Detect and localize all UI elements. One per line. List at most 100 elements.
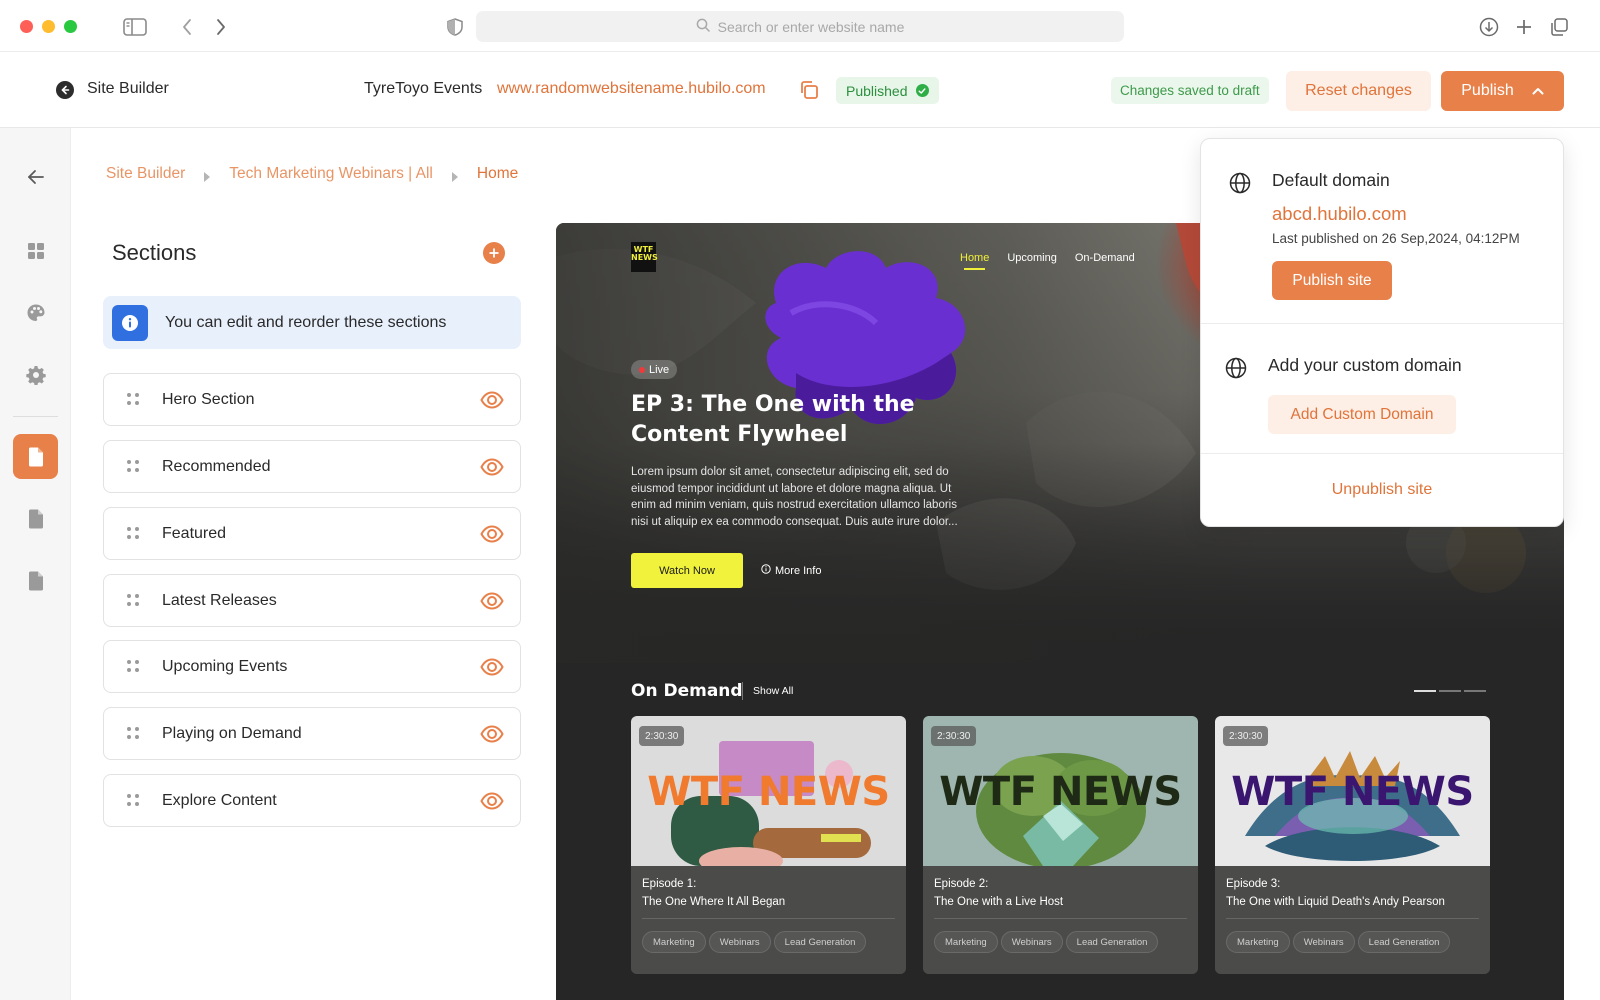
collapse-arrow-icon[interactable] (13, 154, 58, 199)
card-title: The One with a Live Host (934, 896, 1064, 908)
section-row[interactable]: Latest Releases (103, 574, 521, 627)
site-nav-home[interactable]: Home (960, 252, 989, 270)
tag-chip[interactable]: Marketing (1226, 931, 1290, 953)
breadcrumb-item[interactable]: Site Builder (106, 165, 185, 183)
eye-icon[interactable] (480, 388, 504, 412)
watch-now-button[interactable]: Watch Now (631, 553, 743, 588)
tag-chip[interactable]: Webinars (708, 931, 771, 953)
sections-info-text: You can edit and reorder these sections (165, 313, 447, 331)
card-divider (1226, 918, 1479, 919)
tag-chip[interactable]: Marketing (642, 931, 706, 953)
status-badge: Published (836, 77, 939, 104)
document-icon[interactable] (13, 558, 58, 603)
card-brand-text: WTF NEWS (647, 769, 890, 815)
site-nav-on-demand[interactable]: On-Demand (1075, 252, 1135, 264)
eye-icon[interactable] (480, 589, 504, 613)
gear-icon[interactable] (13, 352, 58, 397)
dropdown-divider (1201, 323, 1563, 324)
drag-handle-icon[interactable] (127, 726, 139, 741)
tag-chip[interactable]: Lead Generation (1065, 931, 1159, 953)
duration-badge: 2:30:30 (931, 726, 977, 746)
drag-handle-icon[interactable] (127, 392, 139, 407)
eye-icon[interactable] (480, 522, 504, 546)
publish-button-label: Publish (1461, 82, 1514, 99)
download-icon[interactable] (1476, 14, 1502, 40)
publish-button[interactable]: Publish (1441, 71, 1564, 111)
shield-icon[interactable] (442, 14, 468, 40)
section-label: Upcoming Events (162, 657, 288, 675)
carousel-dot[interactable] (1439, 690, 1461, 692)
drag-handle-icon[interactable] (127, 459, 139, 474)
section-label: Recommended (162, 457, 271, 475)
live-badge: Live (631, 360, 678, 379)
app-header: Site Builder TyreToyo Events www.randomw… (0, 52, 1600, 128)
palette-icon[interactable] (13, 290, 58, 335)
tag-chip[interactable]: Webinars (1000, 931, 1063, 953)
dropdown-divider (1201, 453, 1563, 454)
info-circle-icon (761, 564, 771, 577)
drag-handle-icon[interactable] (127, 659, 139, 674)
section-row[interactable]: Playing on Demand (103, 707, 521, 760)
section-label: Hero Section (162, 390, 255, 408)
section-row[interactable]: Featured (103, 507, 521, 560)
site-url-link[interactable]: www.randomwebsitename.hubilo.com (497, 80, 766, 98)
carousel-dot[interactable] (1414, 690, 1436, 692)
live-dot-icon (639, 366, 645, 373)
breadcrumb-item[interactable]: Tech Marketing Webinars | All (229, 165, 433, 183)
forward-arrow-icon[interactable] (208, 14, 234, 40)
carousel-indicator[interactable] (1414, 690, 1486, 692)
brand-logo[interactable]: WTF NEWS (631, 242, 658, 272)
check-circle-icon (915, 84, 929, 97)
add-custom-domain-button[interactable]: Add Custom Domain (1268, 395, 1456, 434)
close-window-button[interactable] (20, 20, 33, 33)
duration-badge: 2:30:30 (1223, 726, 1269, 746)
copy-icon[interactable] (798, 79, 820, 101)
sidebar-toggle-icon[interactable] (122, 14, 148, 40)
section-label: Latest Releases (162, 591, 277, 609)
on-demand-divider (742, 682, 743, 700)
section-label: Playing on Demand (162, 724, 302, 742)
tag-chip[interactable]: Marketing (934, 931, 998, 953)
tag-chip[interactable]: Webinars (1292, 931, 1355, 953)
drag-handle-icon[interactable] (127, 793, 139, 808)
section-row[interactable]: Upcoming Events (103, 640, 521, 693)
section-row[interactable]: Explore Content (103, 774, 521, 827)
reset-changes-button[interactable]: Reset changes (1286, 71, 1431, 111)
card-info: Episode 1: The One Where It All Began Mark… (631, 866, 906, 974)
eye-icon[interactable] (480, 655, 504, 679)
carousel-dot[interactable] (1464, 690, 1486, 692)
add-section-button[interactable] (483, 242, 505, 264)
on-demand-card[interactable]: WTF NEWS 2:30:30 Episode 3: The One with Li… (1215, 716, 1490, 974)
drag-handle-icon[interactable] (127, 526, 139, 541)
unpublish-site-link[interactable]: Unpublish site (1201, 481, 1563, 499)
default-domain-link[interactable]: abcd.hubilo.com (1272, 203, 1407, 225)
tabs-overview-icon[interactable] (1546, 14, 1572, 40)
plus-icon (489, 248, 499, 258)
url-placeholder: Search or enter website name (717, 18, 905, 35)
section-row[interactable]: Hero Section (103, 373, 521, 426)
drag-handle-icon[interactable] (127, 593, 139, 608)
section-row[interactable]: Recommended (103, 440, 521, 493)
show-all-link[interactable]: Show All (753, 685, 793, 697)
dashboard-icon[interactable] (13, 228, 58, 273)
back-arrow-icon[interactable] (174, 14, 200, 40)
on-demand-card[interactable]: WTF NEWS 2:30:30 Episode 1: The One Where I… (631, 716, 906, 974)
eye-icon[interactable] (480, 455, 504, 479)
zoom-window-button[interactable] (64, 20, 77, 33)
pages-icon[interactable] (13, 434, 58, 479)
site-nav-upcoming[interactable]: Upcoming (1007, 252, 1057, 264)
publish-site-button[interactable]: Publish site (1272, 261, 1392, 300)
eye-icon[interactable] (480, 789, 504, 813)
minimize-window-button[interactable] (42, 20, 55, 33)
tag-chip[interactable]: Lead Generation (1357, 931, 1451, 953)
new-tab-icon[interactable] (1511, 14, 1537, 40)
chevron-right-icon (451, 169, 459, 182)
eye-icon[interactable] (480, 722, 504, 746)
document-icon[interactable] (13, 496, 58, 541)
more-info-link[interactable]: More Info (761, 564, 821, 577)
tag-chip[interactable]: Lead Generation (773, 931, 867, 953)
url-bar[interactable]: Search or enter website name (476, 11, 1124, 42)
back-circle-icon[interactable] (56, 81, 74, 99)
card-thumbnail-image: WTF NEWS 2:30:30 (923, 716, 1198, 866)
on-demand-card[interactable]: WTF NEWS 2:30:30 Episode 2: The One with a … (923, 716, 1198, 974)
